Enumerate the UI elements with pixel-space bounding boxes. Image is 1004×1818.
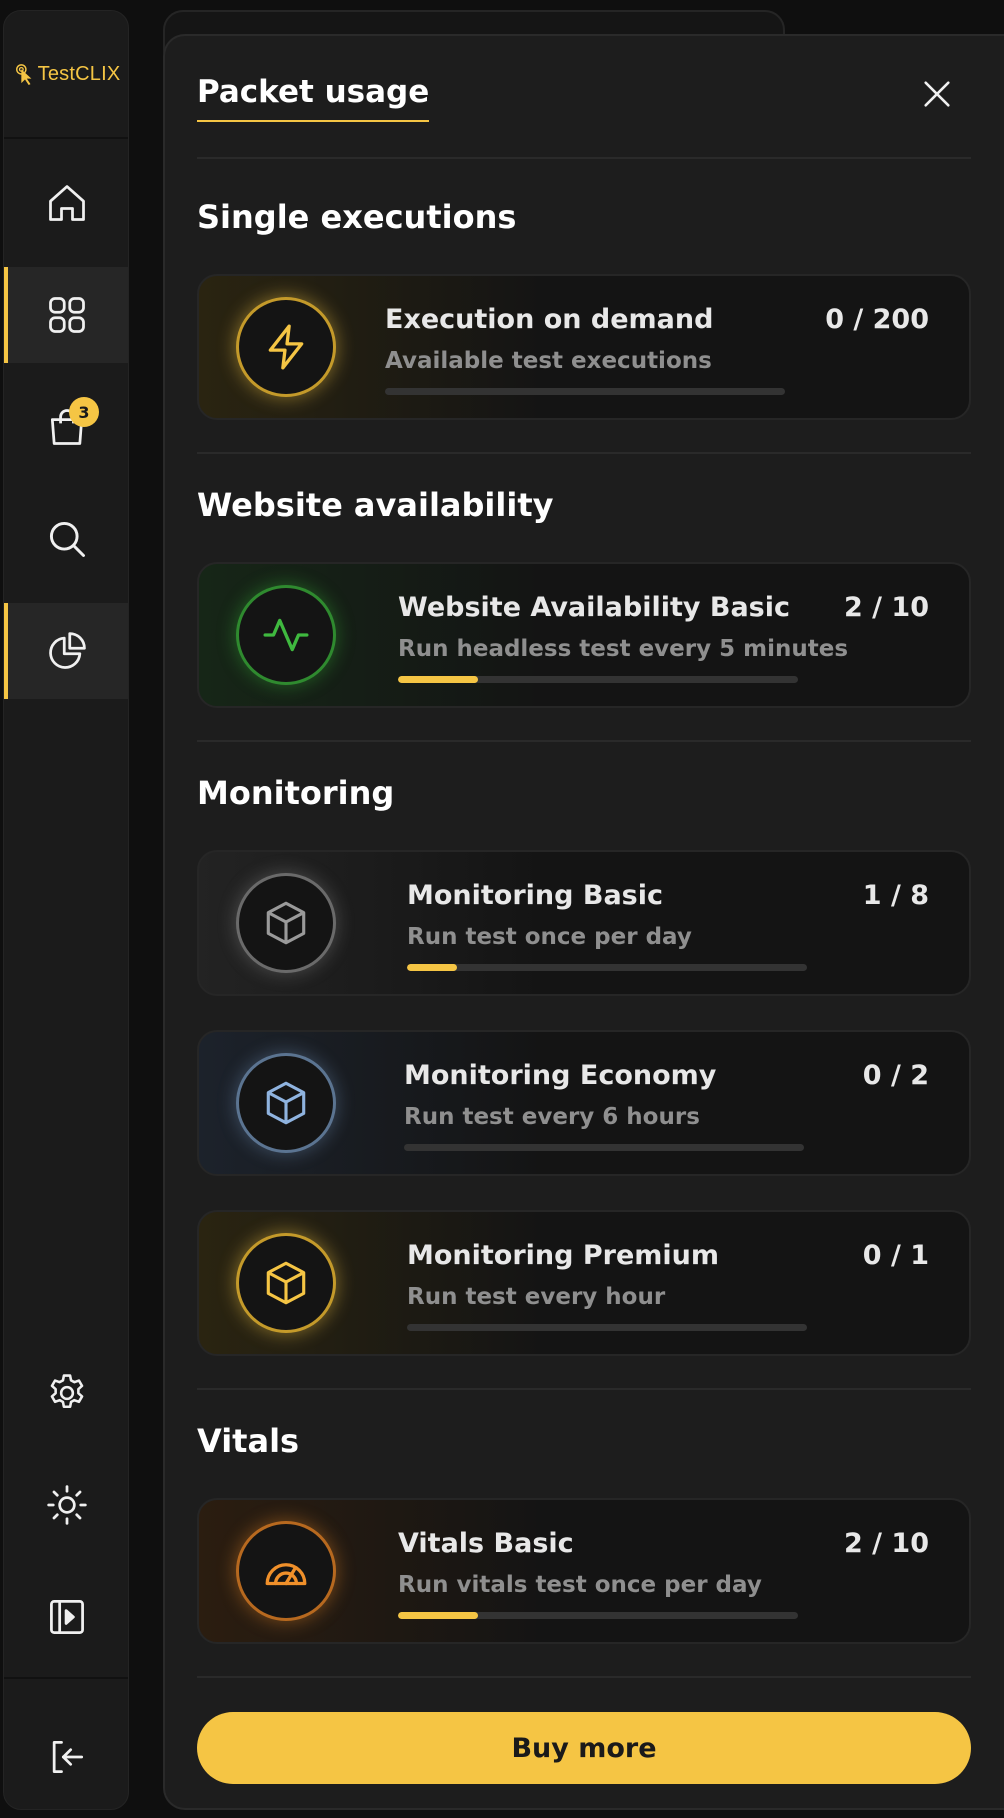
card-icon-circle — [239, 1236, 333, 1330]
card-count: 1 / 8 — [862, 880, 929, 911]
gear-icon — [50, 1374, 84, 1409]
card-name: Execution on demand — [385, 304, 714, 335]
sidebar-divider — [4, 137, 128, 139]
section-title-single-executions: Single executions — [197, 198, 517, 236]
card-name: Website Availability Basic — [398, 592, 791, 623]
progress-bar — [385, 388, 785, 395]
section-title-monitoring: Monitoring — [197, 774, 395, 812]
progress-bar — [398, 676, 798, 683]
card-count: 2 / 10 — [843, 1528, 929, 1559]
cube-icon — [266, 901, 306, 945]
card-icon-circle — [239, 1524, 333, 1618]
close-button[interactable] — [917, 74, 957, 114]
pie-chart-icon — [49, 632, 86, 669]
card-name: Monitoring Premium — [407, 1240, 720, 1271]
card-icon-circle — [239, 588, 333, 682]
sun-icon — [47, 1485, 87, 1525]
card-count: 0 / 2 — [862, 1060, 929, 1091]
usage-card-execution-on-demand[interactable]: Execution on demand Available test execu… — [197, 274, 971, 420]
card-name: Monitoring Economy — [404, 1060, 717, 1091]
card-icon-circle — [239, 300, 333, 394]
sidebar-item-settings[interactable] — [4, 1345, 128, 1441]
cube-icon — [266, 1081, 306, 1125]
divider — [197, 1388, 971, 1390]
section-title-website-availability: Website availability — [197, 486, 554, 524]
logo-text: TestCLIX — [37, 62, 121, 85]
card-description: Available test executions — [385, 348, 712, 374]
card-description: Run test every 6 hours — [404, 1104, 700, 1130]
sidebar-divider-bottom — [4, 1677, 128, 1679]
divider — [197, 740, 971, 742]
packet-usage-panel: Packet usage Single executions Execution… — [163, 34, 1004, 1810]
progress-fill — [398, 676, 478, 683]
divider — [197, 452, 971, 454]
sidebar-item-theme[interactable] — [4, 1457, 128, 1553]
sidebar-item-collapse[interactable] — [4, 1569, 128, 1665]
section-title-vitals: Vitals — [197, 1422, 300, 1460]
sidebar: TestCLIX 3 — [3, 10, 129, 1810]
divider — [197, 157, 971, 159]
card-description: Run headless test every 5 minutes — [398, 636, 849, 662]
sidebar-item-home[interactable] — [4, 155, 128, 251]
speedometer-icon — [265, 1563, 307, 1586]
usage-card-monitoring-premium[interactable]: Monitoring Premium Run test every hour 0… — [197, 1210, 971, 1356]
search-icon — [49, 521, 85, 557]
progress-bar — [404, 1144, 804, 1151]
usage-card-website-availability-basic[interactable]: Website Availability Basic Run headless … — [197, 562, 971, 708]
sidebar-item-dashboard[interactable] — [4, 267, 128, 363]
cube-icon — [266, 1261, 306, 1305]
cart-badge: 3 — [69, 397, 99, 427]
logout-icon — [52, 1740, 84, 1774]
card-name: Vitals Basic — [398, 1528, 574, 1559]
card-description: Run test every hour — [407, 1284, 666, 1310]
progress-bar — [398, 1612, 798, 1619]
sidebar-item-usage[interactable] — [4, 603, 128, 699]
home-icon — [49, 185, 85, 221]
card-count: 2 / 10 — [843, 592, 929, 623]
sidebar-item-search[interactable] — [4, 491, 128, 587]
card-count: 0 / 200 — [825, 304, 929, 335]
sidebar-toggle-icon — [50, 1600, 84, 1634]
card-description: Run vitals test once per day — [398, 1572, 762, 1598]
progress-fill — [407, 964, 457, 971]
card-name: Monitoring Basic — [407, 880, 663, 911]
close-icon — [924, 81, 950, 107]
logo[interactable]: TestCLIX — [4, 11, 128, 137]
card-description: Run test once per day — [407, 924, 692, 950]
sidebar-item-logout[interactable] — [4, 1709, 128, 1805]
grid-icon — [49, 297, 85, 333]
usage-card-vitals-basic[interactable]: Vitals Basic Run vitals test once per da… — [197, 1498, 971, 1644]
progress-bar — [407, 964, 807, 971]
lightning-icon — [268, 324, 304, 370]
divider — [197, 1676, 971, 1678]
card-icon-circle — [239, 876, 333, 970]
progress-fill — [398, 1612, 478, 1619]
card-icon-circle — [239, 1056, 333, 1150]
pulse-icon — [263, 618, 309, 652]
card-count: 0 / 1 — [862, 1240, 929, 1271]
sidebar-item-shop[interactable]: 3 — [4, 379, 128, 475]
cursor-logo-icon — [15, 64, 32, 85]
usage-card-monitoring-basic[interactable]: Monitoring Basic Run test once per day 1… — [197, 850, 971, 996]
progress-bar — [407, 1324, 807, 1331]
usage-card-monitoring-economy[interactable]: Monitoring Economy Run test every 6 hour… — [197, 1030, 971, 1176]
buy-more-button[interactable]: Buy more — [197, 1712, 971, 1784]
panel-title: Packet usage — [197, 74, 430, 122]
